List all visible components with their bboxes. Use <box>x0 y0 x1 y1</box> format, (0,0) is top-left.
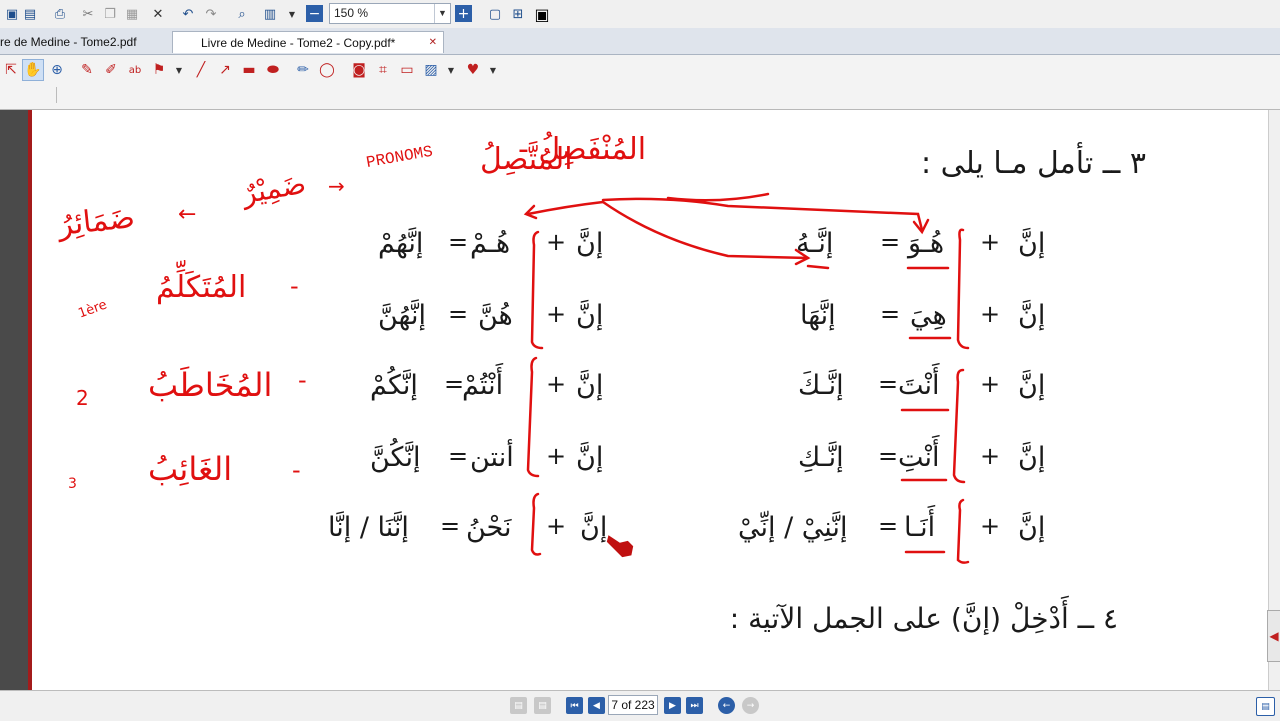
measure-icon[interactable]: ▭ <box>396 59 418 81</box>
pdf-page[interactable]: ٣ ــ تأمل مـا يلى : إنَّ + هُـوَ = إنَّـ… <box>28 110 1268 690</box>
bracket-left-top <box>530 230 544 350</box>
line-icon[interactable]: ╱ <box>190 59 212 81</box>
delete-icon[interactable]: ✕ <box>148 4 168 24</box>
close-icon[interactable]: ✕ <box>429 32 437 54</box>
redo-icon[interactable]: ↷ <box>201 4 221 24</box>
side-panel-handle[interactable]: ◀ <box>1267 610 1280 662</box>
tab-label: re de Medine - Tome2.pdf <box>0 35 137 49</box>
print-icon[interactable]: ⎙ <box>50 4 70 24</box>
undo-icon[interactable]: ↶ <box>178 4 198 24</box>
forward-icon[interactable]: → <box>742 697 759 714</box>
next-view-icon[interactable]: ▤ <box>534 697 551 714</box>
ellipse-icon[interactable]: ⬬ <box>262 59 284 81</box>
back-icon[interactable]: ← <box>718 697 735 714</box>
toolbar-divider <box>56 87 57 103</box>
fit-page-icon[interactable]: ⊞ <box>508 4 528 24</box>
stamp-icon[interactable]: ⚑ <box>148 59 170 81</box>
zoom-in-icon[interactable]: + <box>455 5 472 22</box>
tab-tome2[interactable]: re de Medine - Tome2.pdf <box>0 31 170 53</box>
bracket-left-bottom <box>530 492 542 556</box>
textbox-icon[interactable]: ab <box>124 59 146 81</box>
paste-icon[interactable]: ▦ <box>122 4 142 24</box>
bracket-right-top <box>956 228 970 350</box>
next-page-icon[interactable]: ▶ <box>664 697 681 714</box>
rectangle-icon[interactable]: ▬ <box>238 59 260 81</box>
hand-cursor-icon <box>605 532 635 559</box>
curve-to-left <box>526 200 605 216</box>
underline-munfasil <box>666 192 770 202</box>
save-as-icon[interactable]: ▤ <box>20 4 40 24</box>
heart-dropdown-icon[interactable]: ▼ <box>482 59 504 81</box>
zoom-value: 150 % <box>334 6 369 20</box>
zoom-tool-icon[interactable]: ⊕ <box>46 59 68 81</box>
document-tabs: re de Medine - Tome2.pdf Livre de Medine… <box>0 28 1280 55</box>
main-toolbar: ▣ ▤ ⎙ ✂ ❐ ▦ ✕ ↶ ↷ ⌕ ▥ ▼ − 150 % ▼ + ▢ ⊞ … <box>0 0 1280 29</box>
stamp-dropdown-icon[interactable]: ▼ <box>168 59 190 81</box>
crop-icon[interactable]: ⌗ <box>372 59 394 81</box>
bracket-left-mid <box>526 356 540 478</box>
form-dropdown-icon[interactable]: ▼ <box>282 4 302 24</box>
bracket-right-bottom <box>956 498 970 564</box>
last-page-icon[interactable]: ⏭ <box>686 697 703 714</box>
vertical-scrollbar[interactable]: ◀ <box>1267 110 1280 690</box>
highlight-icon[interactable]: ✐ <box>100 59 122 81</box>
chevron-down-icon[interactable]: ▼ <box>434 4 450 23</box>
zoom-select[interactable]: 150 % ▼ <box>329 3 451 24</box>
curve-to-inna <box>601 200 810 260</box>
previous-page-icon[interactable]: ◀ <box>588 697 605 714</box>
save-icon[interactable]: ▣ <box>2 4 22 24</box>
cut-icon[interactable]: ✂ <box>78 4 98 24</box>
status-bar: ▤ ▤ ⏮ ◀ 7 of 223 ▶ ⏭ ← → ▤ <box>0 690 1280 721</box>
heart-icon[interactable]: ♥ <box>462 59 484 81</box>
snapshot-icon[interactable]: ◙ <box>348 59 370 81</box>
page-number-input[interactable]: 7 of 223 <box>608 695 658 715</box>
hand-tool-icon[interactable]: ✋ <box>22 59 44 81</box>
previous-view-icon[interactable]: ▤ <box>510 697 527 714</box>
select-tool-icon[interactable]: ⇱ <box>0 59 22 81</box>
tab-tome2-copy[interactable]: Livre de Medine - Tome2 - Copy.pdf* ✕ <box>172 31 444 53</box>
bracket-right-mid <box>952 368 966 484</box>
form-icon[interactable]: ▥ <box>260 4 280 24</box>
find-icon[interactable]: ⌕ <box>232 4 252 24</box>
zoom-out-icon[interactable]: − <box>306 5 323 22</box>
pencil-icon[interactable]: ✏ <box>292 59 314 81</box>
annotation-toolbar: ⇱ ✋ ⊕ ✎ ✐ ab ⚑ ▼ ╱ ↗ ▬ ⬬ ✏ ◯ ◙ ⌗ ▭ ▨ ▼ ♥… <box>0 55 1280 110</box>
first-page-icon[interactable]: ⏮ <box>566 697 583 714</box>
curve-to-pronoun <box>601 197 924 232</box>
copy-icon[interactable]: ❐ <box>100 4 120 24</box>
lasso-icon[interactable]: ◯ <box>316 59 338 81</box>
layout-icon[interactable]: ▤ <box>1256 697 1275 716</box>
pen-icon[interactable]: ✎ <box>76 59 98 81</box>
tab-label: Livre de Medine - Tome2 - Copy.pdf* <box>201 36 396 50</box>
actual-size-icon[interactable]: ▢ <box>485 4 505 24</box>
arrow-icon[interactable]: ↗ <box>214 59 236 81</box>
page-display: 7 of 223 <box>611 698 655 712</box>
ink-strokes <box>523 192 970 564</box>
fit-width-icon[interactable]: ▣ <box>532 4 552 24</box>
image-icon[interactable]: ▨ <box>420 59 442 81</box>
image-dropdown-icon[interactable]: ▼ <box>440 59 462 81</box>
underline-ha <box>806 264 830 270</box>
